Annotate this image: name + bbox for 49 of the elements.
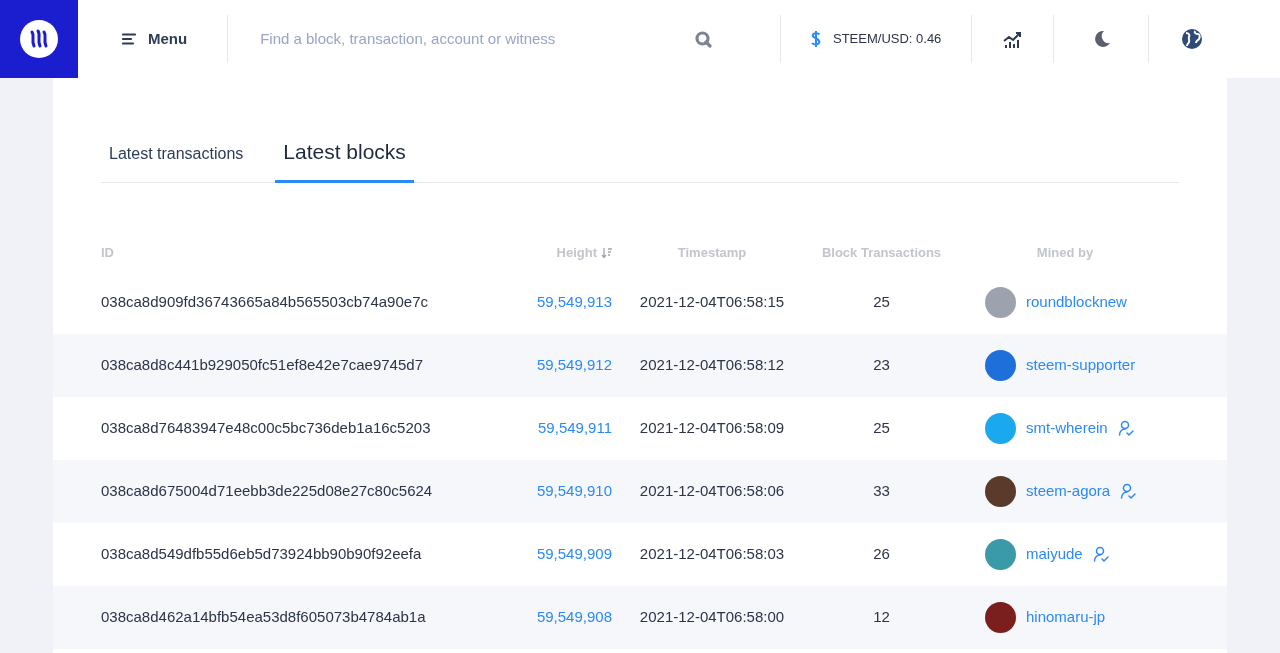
miner-link[interactable]: steem-supporter	[1026, 353, 1136, 377]
transaction-count: 23	[873, 355, 890, 373]
price-text: STEEM/USD: 0.46	[833, 30, 942, 49]
block-height-link[interactable]: 59,549,912	[536, 355, 612, 373]
transaction-count: 33	[873, 481, 890, 499]
column-header: Block Transactions	[821, 244, 942, 260]
menu-icon	[122, 33, 136, 45]
timestamp: 2021-12-04T06:58:06	[639, 481, 785, 499]
menu-button[interactable]: Menu	[122, 27, 188, 51]
block-id: 038ca8d675004d71eebb3de225d08e27c80c5624	[101, 481, 433, 499]
miner-link[interactable]: steem-agora	[1026, 479, 1111, 503]
transaction-count: 26	[873, 544, 890, 562]
logo-icon	[20, 20, 58, 58]
block-id: 038ca8d76483947e48c00c5bc736deb1a16c5203	[101, 418, 431, 436]
column-header: Mined by	[1036, 244, 1094, 260]
avatar[interactable]	[985, 475, 1016, 507]
miner-link[interactable]: roundblocknew	[1026, 290, 1127, 314]
search-field[interactable]: Find a block, transaction, account or witness	[260, 27, 781, 51]
timestamp: 2021-12-04T06:58:09	[639, 418, 785, 436]
column-header: Timestamp	[677, 244, 747, 260]
miner-link[interactable]: hinomaru-jp	[1026, 605, 1106, 629]
transaction-count: 12	[873, 607, 890, 625]
timestamp: 2021-12-04T06:58:15	[639, 292, 785, 310]
chart-icon[interactable]	[1003, 30, 1023, 48]
timestamp: 2021-12-04T06:58:00	[639, 607, 785, 625]
avatar[interactable]	[985, 601, 1016, 633]
block-id: 038ca8d549dfb55d6eb5d73924bb90b90f92eefa	[101, 544, 422, 562]
block-id: 038ca8d462a14bfb54ea53d8f605073b4784ab1a	[101, 607, 426, 625]
globe-icon[interactable]	[1181, 28, 1204, 50]
avatar[interactable]	[985, 349, 1016, 381]
block-height-link[interactable]: 59,549,911	[538, 418, 612, 436]
logo-tile[interactable]	[0, 0, 78, 78]
block-height-link[interactable]: 59,549,909	[536, 544, 612, 562]
tab[interactable]: Latest blocks	[275, 136, 414, 183]
dollar-icon	[811, 30, 821, 48]
block-id: 038ca8d8c441b929050fc51ef8e42e7cae9745d7	[101, 355, 423, 373]
tab[interactable]: Latest transactions	[101, 141, 252, 182]
transaction-count: 25	[873, 292, 890, 310]
search-icon[interactable]	[694, 30, 713, 48]
block-id: 038ca8d909fd36743665a84b565503cb74a90e7c	[101, 292, 428, 310]
transaction-count: 25	[873, 418, 890, 436]
block-height-link[interactable]: 59,549,910	[536, 481, 612, 499]
block-height-link[interactable]: 59,549,908	[536, 607, 612, 625]
timestamp: 2021-12-04T06:58:12	[639, 355, 785, 373]
block-height-link[interactable]: 59,549,913	[536, 292, 612, 310]
miner-link[interactable]: smt-wherein	[1026, 416, 1108, 440]
column-header: ID	[101, 244, 114, 260]
timestamp: 2021-12-04T06:58:03	[639, 544, 785, 562]
miner-link[interactable]: maiyude	[1026, 542, 1083, 566]
